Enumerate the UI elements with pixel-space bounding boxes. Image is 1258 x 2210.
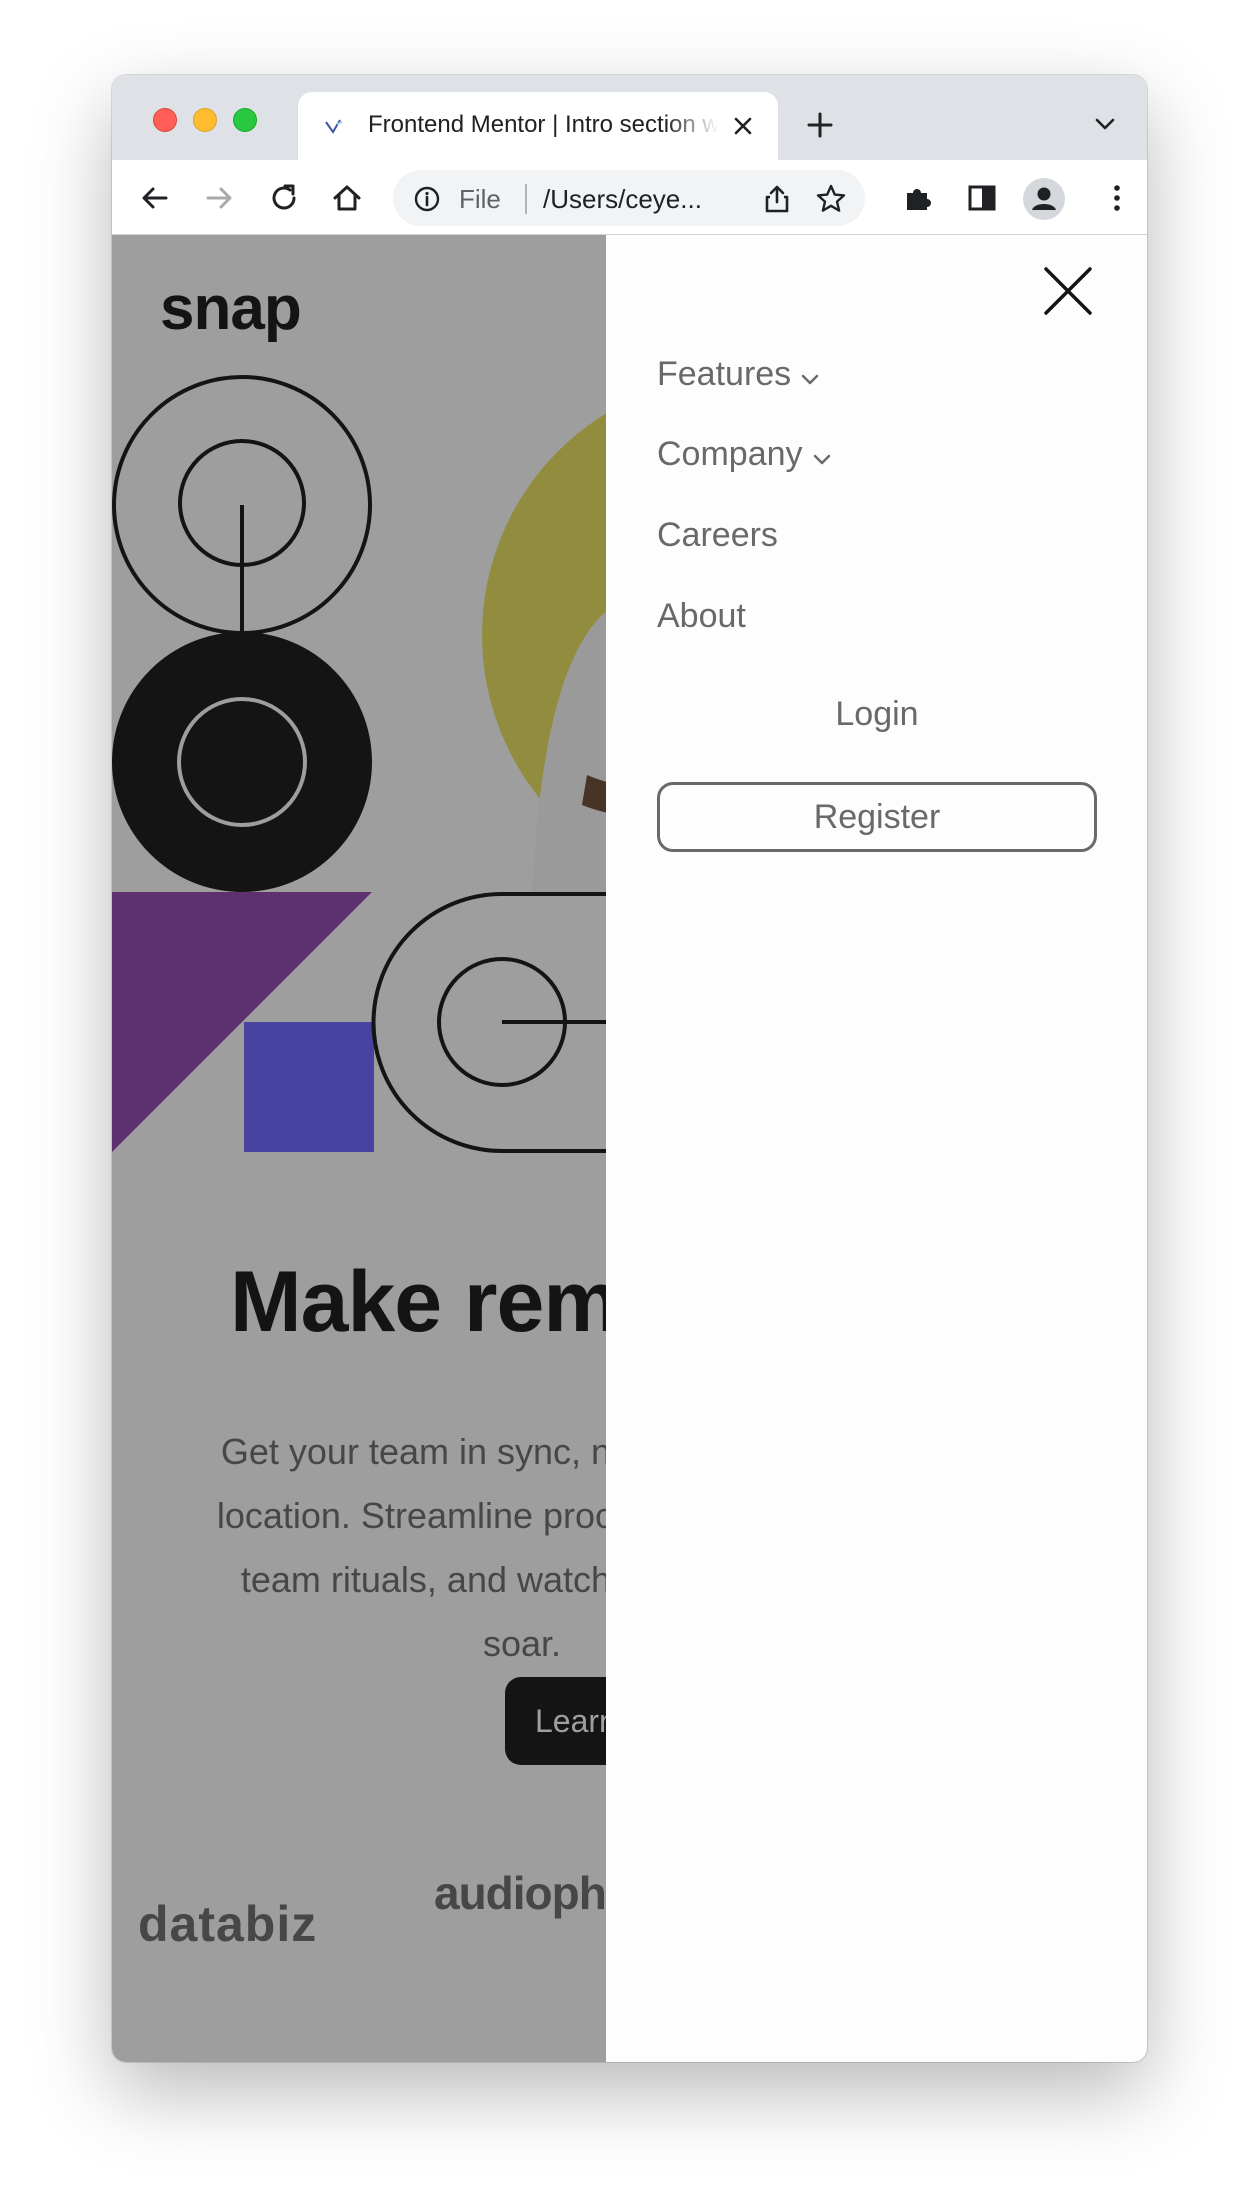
reload-icon[interactable] — [267, 181, 301, 215]
home-icon[interactable] — [330, 181, 364, 215]
browser-window: Frontend Mentor | Intro section with dro… — [112, 75, 1147, 2062]
register-button[interactable]: Register — [657, 782, 1097, 852]
mobile-nav-drawer: Features Company Careers About Login Reg… — [606, 235, 1147, 2062]
tab-title: Frontend Mentor | Intro section with dro… — [368, 111, 718, 138]
nav-item-label: Careers — [657, 516, 778, 554]
nav-item-company[interactable]: Company — [657, 435, 831, 474]
extensions-puzzle-icon[interactable] — [901, 181, 935, 215]
close-window-button[interactable] — [153, 108, 177, 132]
forward-arrow-icon[interactable] — [202, 181, 236, 215]
share-icon[interactable] — [763, 184, 791, 214]
tab-strip: Frontend Mentor | Intro section with dro… — [112, 75, 1147, 160]
back-arrow-icon[interactable] — [138, 181, 172, 215]
kebab-menu-icon[interactable] — [1100, 181, 1134, 215]
nav-item-label: Features — [657, 355, 792, 393]
login-link[interactable]: Login — [657, 695, 1097, 734]
info-icon[interactable] — [413, 185, 441, 213]
maximize-window-button[interactable] — [233, 108, 257, 132]
bookmark-star-icon[interactable] — [815, 183, 847, 215]
browser-tab[interactable]: Frontend Mentor | Intro section with dro… — [298, 92, 778, 160]
chevron-down-icon[interactable] — [1094, 116, 1116, 132]
profile-icon[interactable] — [1022, 177, 1066, 221]
nav-item-label: About — [657, 597, 746, 635]
url-separator — [525, 184, 527, 214]
nav-item-about[interactable]: About — [657, 597, 746, 636]
nav-item-features[interactable]: Features — [657, 355, 819, 394]
url-text[interactable]: /Users/ceye... — [543, 184, 733, 215]
url-scheme-label: File — [459, 184, 501, 214]
address-bar[interactable]: File /Users/ceye... — [393, 170, 865, 226]
close-tab-icon[interactable] — [731, 114, 755, 138]
chevron-down-icon — [801, 374, 819, 384]
side-panel-icon[interactable] — [965, 181, 999, 215]
frontend-mentor-favicon-icon — [325, 119, 343, 134]
nav-item-careers[interactable]: Careers — [657, 516, 778, 555]
chevron-down-icon — [813, 454, 830, 464]
close-menu-icon[interactable] — [1042, 265, 1094, 317]
nav-item-label: Company — [657, 435, 803, 473]
plus-icon[interactable] — [806, 111, 834, 139]
minimize-window-button[interactable] — [193, 108, 217, 132]
page-viewport: snap Make remote work Get your team in s… — [112, 235, 1147, 2062]
browser-toolbar: File /Users/ceye... — [112, 160, 1147, 235]
